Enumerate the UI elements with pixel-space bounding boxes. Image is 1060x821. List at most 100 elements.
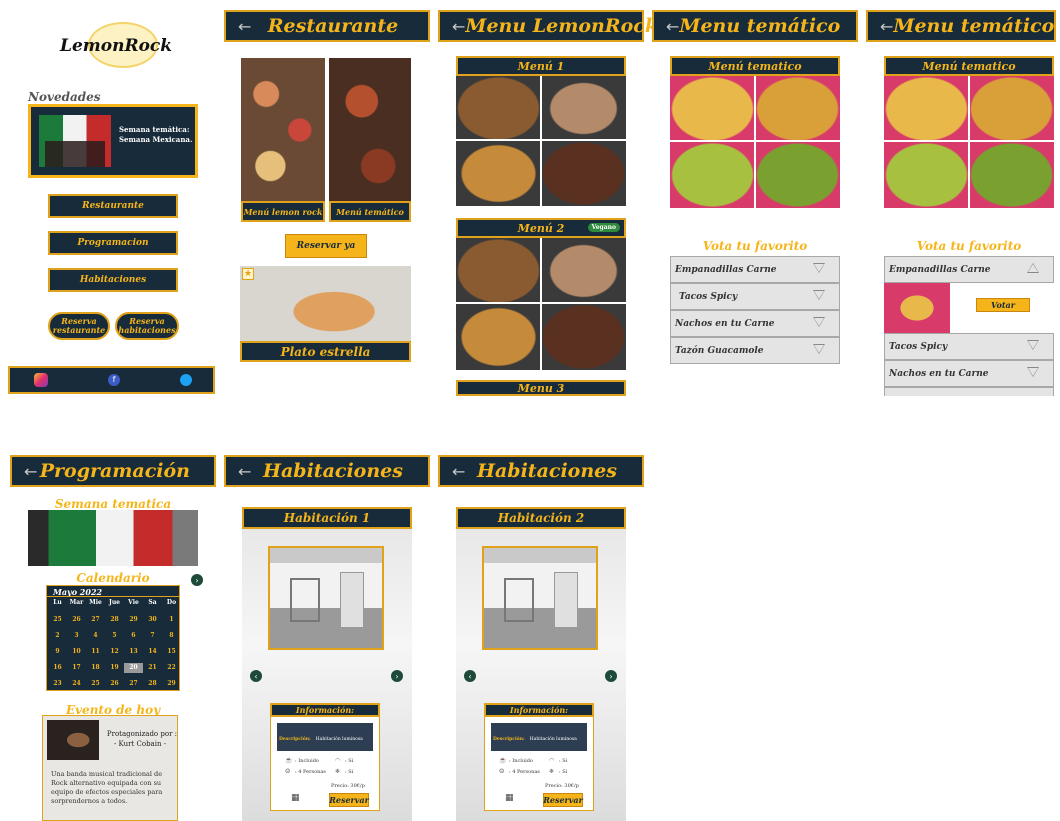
calendar-day[interactable]: 5 <box>105 631 124 641</box>
reserve-now-button[interactable]: Reservar ya <box>285 234 367 258</box>
calendar-day[interactable]: 17 <box>67 663 86 673</box>
vote-option[interactable] <box>884 387 1054 396</box>
event-card[interactable]: Protagonizado por : - Kurt Cobain - Una … <box>42 715 178 821</box>
vote-option[interactable]: Nachos en tu Carne <box>670 310 840 337</box>
social-bar: f <box>8 366 215 394</box>
calendar-day[interactable]: 4 <box>86 631 105 641</box>
next-photo-icon[interactable]: › <box>605 670 617 682</box>
calendar-day[interactable]: 25 <box>48 615 67 625</box>
calendar-icon[interactable]: ▦ <box>505 793 514 803</box>
vote-button[interactable]: Votar <box>976 298 1030 312</box>
menu-lemon-image[interactable] <box>241 58 325 202</box>
restaurant-header: ← Restaurante <box>224 10 430 42</box>
chevron-down-icon[interactable] <box>813 290 825 300</box>
calendar-day[interactable]: 11 <box>86 647 105 657</box>
menu-theme-image[interactable] <box>329 58 411 202</box>
ac-icon: ❄ <box>335 768 341 775</box>
calendar-day[interactable]: 19 <box>105 663 124 673</box>
star-dish-label[interactable]: Plato estrella <box>240 341 411 362</box>
calendar-day[interactable]: 21 <box>143 663 162 673</box>
back-arrow-icon[interactable]: ← <box>452 17 465 36</box>
reserve-room-button[interactable]: Reservar <box>543 793 583 807</box>
reserve-room-button[interactable]: Reservar <box>329 793 369 807</box>
vote-option[interactable]: Tazón Guacamole <box>670 337 840 364</box>
calendar-day[interactable]: 29 <box>162 679 181 689</box>
calendar-day[interactable]: 6 <box>124 631 143 641</box>
prev-photo-icon[interactable]: ‹ <box>464 670 476 682</box>
vote-option[interactable]: Tacos Spicy <box>884 333 1054 360</box>
back-arrow-icon[interactable]: ← <box>880 17 893 36</box>
calendar-day[interactable]: 27 <box>86 615 105 625</box>
back-arrow-icon[interactable]: ← <box>24 462 40 481</box>
chevron-down-icon[interactable] <box>813 344 825 354</box>
calendar-day[interactable]: 28 <box>143 679 162 689</box>
calendar-day[interactable]: 12 <box>105 647 124 657</box>
calendar-day[interactable]: 29 <box>124 615 143 625</box>
reserve-rooms-button[interactable]: Reserva habitaciones <box>115 312 179 340</box>
nav-habitaciones[interactable]: Habitaciones <box>48 268 178 292</box>
room-photo[interactable] <box>268 546 384 650</box>
facebook-icon[interactable]: f <box>108 374 120 386</box>
calendar-day[interactable]: 23 <box>48 679 67 689</box>
next-month-icon[interactable]: › <box>191 574 203 586</box>
calendar-day[interactable]: 20 <box>124 663 143 673</box>
calendar-day[interactable]: 3 <box>67 631 86 641</box>
calendar-day[interactable]: 22 <box>162 663 181 673</box>
info-title: Información: <box>484 703 594 717</box>
menu-theme-button[interactable]: Menú temático <box>329 201 411 222</box>
back-arrow-icon[interactable]: ← <box>666 17 679 36</box>
calendar-day[interactable]: 15 <box>162 647 181 657</box>
back-arrow-icon[interactable]: ← <box>452 462 476 481</box>
calendar-day[interactable]: 26 <box>105 679 124 689</box>
ac-value: : Si <box>559 769 568 775</box>
calendar-day[interactable]: 1 <box>162 615 181 625</box>
menu1-header[interactable]: Menú 1 <box>456 56 626 76</box>
chevron-up-icon[interactable] <box>1027 263 1039 273</box>
back-arrow-icon[interactable]: ← <box>238 17 262 36</box>
calendar-day[interactable]: 10 <box>67 647 86 657</box>
event-by: Protagonizado por : <box>106 730 177 738</box>
chevron-down-icon[interactable] <box>1027 340 1039 350</box>
next-photo-icon[interactable]: › <box>391 670 403 682</box>
calendar-day[interactable]: 24 <box>67 679 86 689</box>
weekday-label: Mar <box>69 599 84 606</box>
vote-option[interactable]: Nachos en tu Carne <box>884 360 1054 387</box>
calendar-day[interactable]: 16 <box>48 663 67 673</box>
calendar-day[interactable]: 18 <box>86 663 105 673</box>
calendar-day[interactable]: 2 <box>48 631 67 641</box>
calendar-day[interactable]: 13 <box>124 647 143 657</box>
calendar-icon[interactable]: ▦ <box>291 793 300 803</box>
room-photo[interactable] <box>482 546 598 650</box>
chevron-down-icon[interactable] <box>813 263 825 273</box>
calendar-day[interactable]: 28 <box>105 615 124 625</box>
chevron-down-icon[interactable] <box>1027 367 1039 377</box>
vote-option[interactable]: Tacos Spicy <box>670 283 840 310</box>
calendar-day[interactable]: 7 <box>143 631 162 641</box>
prev-photo-icon[interactable]: ‹ <box>250 670 262 682</box>
nav-restaurante[interactable]: Restaurante <box>48 194 178 218</box>
instagram-icon[interactable] <box>34 373 48 387</box>
back-arrow-icon[interactable]: ← <box>238 462 262 481</box>
calendar-day[interactable]: 30 <box>143 615 162 625</box>
vote-option[interactable]: Empanadillas Carne <box>670 256 840 283</box>
calendar-day[interactable]: 26 <box>67 615 86 625</box>
menu2-header[interactable]: Menú 2 Vegano <box>456 218 626 238</box>
page-title: Habitaciones <box>263 460 403 482</box>
twitter-icon[interactable] <box>180 374 192 386</box>
news-card[interactable]: Semana temática: Semana Mexicana. <box>28 104 198 178</box>
vote-option[interactable]: Empanadillas Carne <box>884 256 1054 283</box>
calendar-day[interactable]: 25 <box>86 679 105 689</box>
chevron-down-icon[interactable] <box>813 317 825 327</box>
reserve-restaurant-button[interactable]: Reserva restaurante <box>48 312 110 340</box>
calendar-day[interactable]: 27 <box>124 679 143 689</box>
calendar-day[interactable]: 8 <box>162 631 181 641</box>
vegan-badge: Vegano <box>587 223 620 232</box>
menu-lemon-button[interactable]: Menú lemon rock <box>241 201 325 222</box>
price: Precio: 30€/p <box>331 783 365 789</box>
info-description-box: Descripción: Habitación luminosa con cap… <box>277 723 373 799</box>
nav-programacion[interactable]: Programacion <box>48 231 178 255</box>
calendar-day[interactable]: 14 <box>143 647 162 657</box>
calendar-day[interactable]: 9 <box>48 647 67 657</box>
star-icon: ★ <box>242 268 254 280</box>
menu3-header[interactable]: Menu 3 <box>456 380 626 396</box>
